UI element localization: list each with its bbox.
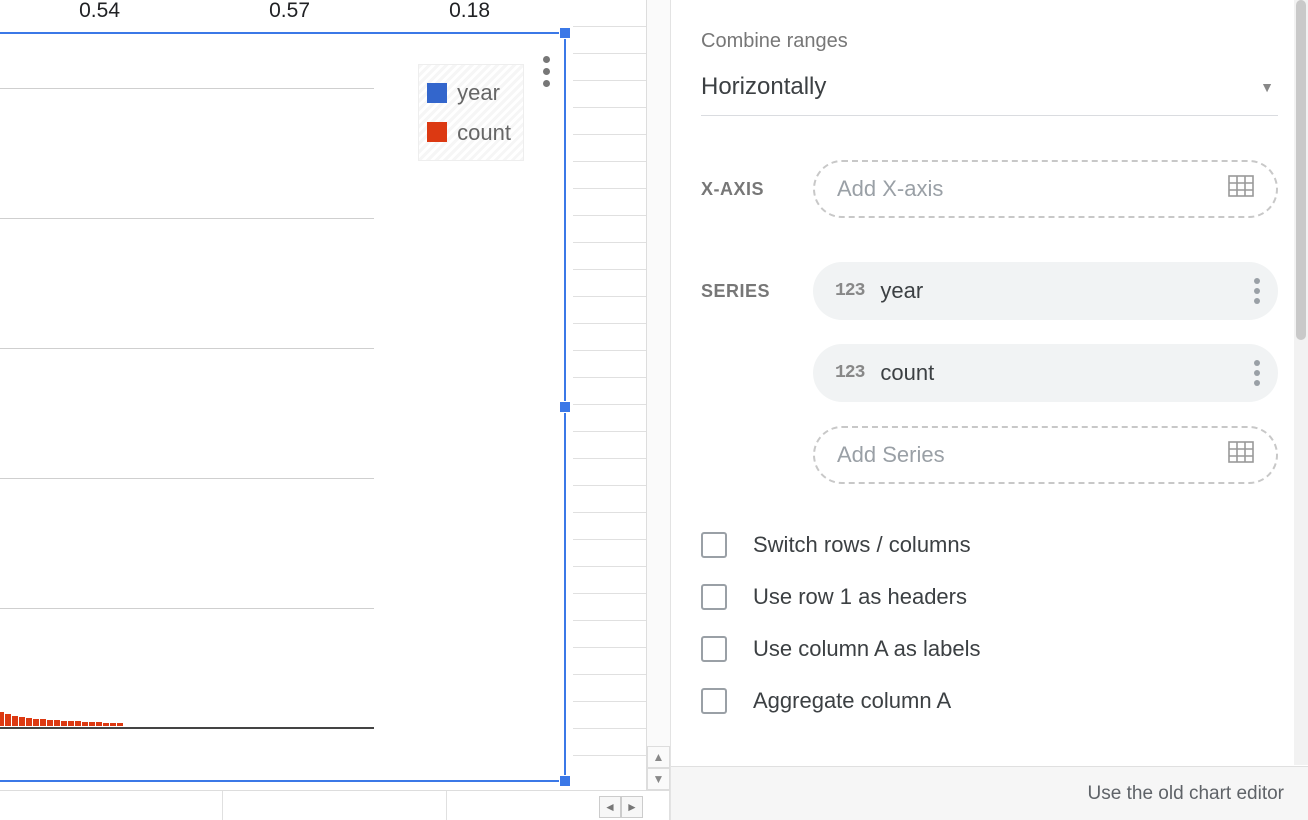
switch-rows-columns-checkbox[interactable]: Switch rows / columns [701, 532, 1278, 558]
scroll-right-button[interactable]: ► [621, 796, 643, 818]
resize-handle[interactable] [559, 775, 571, 787]
series-name: year [880, 278, 923, 304]
resize-handle[interactable] [559, 27, 571, 39]
chart-legend[interactable]: year count [418, 64, 524, 161]
sheet-grid [573, 0, 653, 780]
column-headers: 0.54 0.57 0.18 [0, 0, 670, 24]
chart-options-button[interactable] [543, 56, 550, 87]
checkbox-icon [701, 688, 727, 714]
editor-scrollbar[interactable] [1294, 0, 1308, 765]
resize-handle[interactable] [559, 401, 571, 413]
chart-series-count-bars [0, 710, 124, 726]
add-series-button[interactable]: Add Series [813, 426, 1278, 484]
series-options-button[interactable] [1254, 360, 1260, 386]
range-selector-icon[interactable] [1228, 175, 1254, 203]
checkbox-label: Aggregate column A [753, 688, 951, 714]
range-selector-icon[interactable] [1228, 441, 1254, 469]
chart-gridlines [0, 34, 374, 760]
sheet-tabs-bar [0, 790, 670, 820]
series-name: count [880, 360, 934, 386]
series-label: SERIES [701, 281, 787, 302]
caret-down-icon: ▼ [1260, 79, 1274, 95]
vertical-scrollbar[interactable]: ▲ ▼ [646, 0, 670, 790]
scroll-up-button[interactable]: ▲ [647, 746, 670, 768]
use-row-1-headers-checkbox[interactable]: Use row 1 as headers [701, 584, 1278, 610]
placeholder-text: Add Series [837, 442, 945, 468]
combine-ranges-select[interactable]: Horizontally ▼ [701, 63, 1278, 116]
combine-ranges-value: Horizontally [701, 73, 826, 101]
color-swatch [427, 83, 447, 103]
add-x-axis-button[interactable]: Add X-axis [813, 160, 1278, 218]
checkbox-label: Switch rows / columns [753, 532, 971, 558]
legend-label: year [457, 73, 500, 113]
checkbox-icon [701, 532, 727, 558]
aggregate-column-a-checkbox[interactable]: Aggregate column A [701, 688, 1278, 714]
series-options-button[interactable] [1254, 278, 1260, 304]
checkbox-label: Use row 1 as headers [753, 584, 967, 610]
scroll-down-button[interactable]: ▼ [647, 768, 670, 790]
legend-label: count [457, 113, 511, 153]
checkbox-icon [701, 636, 727, 662]
use-column-a-labels-checkbox[interactable]: Use column A as labels [701, 636, 1278, 662]
cell-value: 0.18 [320, 0, 500, 24]
x-axis-label: X-AXIS [701, 179, 787, 200]
cell-value: 0.54 [0, 0, 130, 24]
cell-value: 0.57 [130, 0, 320, 24]
embedded-chart[interactable]: year count [0, 32, 566, 782]
legend-item-year[interactable]: year [427, 73, 511, 113]
checkbox-icon [701, 584, 727, 610]
scroll-left-button[interactable]: ◄ [599, 796, 621, 818]
placeholder-text: Add X-axis [837, 176, 943, 202]
horizontal-scroll-buttons: ◄ ► [599, 796, 643, 818]
options-checkbox-list: Switch rows / columns Use row 1 as heade… [701, 532, 1278, 714]
combine-ranges-label: Combine ranges [701, 30, 1278, 53]
chart-canvas: year count [0, 34, 564, 780]
numeric-type-icon: 123 [835, 281, 864, 301]
legend-item-count[interactable]: count [427, 113, 511, 153]
numeric-type-icon: 123 [835, 363, 864, 383]
series-pill-count[interactable]: 123 count [813, 344, 1278, 402]
chart-baseline [0, 727, 374, 729]
checkbox-label: Use column A as labels [753, 636, 980, 662]
color-swatch [427, 122, 447, 142]
footer-link-text: Use the old chart editor [1088, 783, 1284, 805]
chart-editor-panel: Combine ranges Horizontally ▼ X-AXIS Add… [670, 0, 1308, 820]
spreadsheet-area: 0.54 0.57 0.18 year [0, 0, 670, 820]
use-old-editor-link[interactable]: Use the old chart editor [671, 766, 1308, 820]
series-pill-year[interactable]: 123 year [813, 262, 1278, 320]
